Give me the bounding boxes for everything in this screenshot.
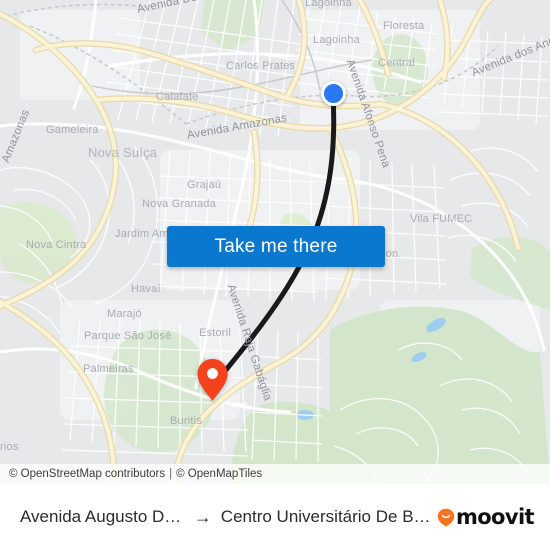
route-origin-label: Avenida Augusto De ... [20,507,185,526]
route-summary[interactable]: Avenida Augusto De ... → Centro Universi… [20,507,431,528]
moovit-route-screen: Avenida Dom Pedro IILagoinhaLagoinhaFlor… [0,0,550,550]
route-destination-label: Centro Universitário De Bel... [220,507,431,526]
openmaptiles-attribution-link[interactable]: © OpenMapTiles [176,468,262,480]
moovit-brand[interactable]: moovit [437,505,535,529]
attribution-separator: | [169,468,173,480]
take-me-there-label: Take me there [214,235,338,257]
moovit-wordmark: moovit [455,505,535,529]
destination-pin[interactable] [196,358,229,402]
route-footer-bar: Avenida Augusto De ... → Centro Universi… [0,484,550,550]
moovit-logo-icon [437,508,455,527]
map-canvas[interactable]: Avenida Dom Pedro IILagoinhaLagoinhaFlor… [0,0,550,484]
origin-location-dot[interactable] [321,81,346,106]
arrow-right-icon: → [193,506,212,527]
map-attribution: © OpenStreetMap contributors | © OpenMap… [0,464,550,484]
take-me-there-button[interactable]: Take me there [167,226,385,267]
osm-attribution-link[interactable]: © OpenStreetMap contributors [9,468,165,480]
